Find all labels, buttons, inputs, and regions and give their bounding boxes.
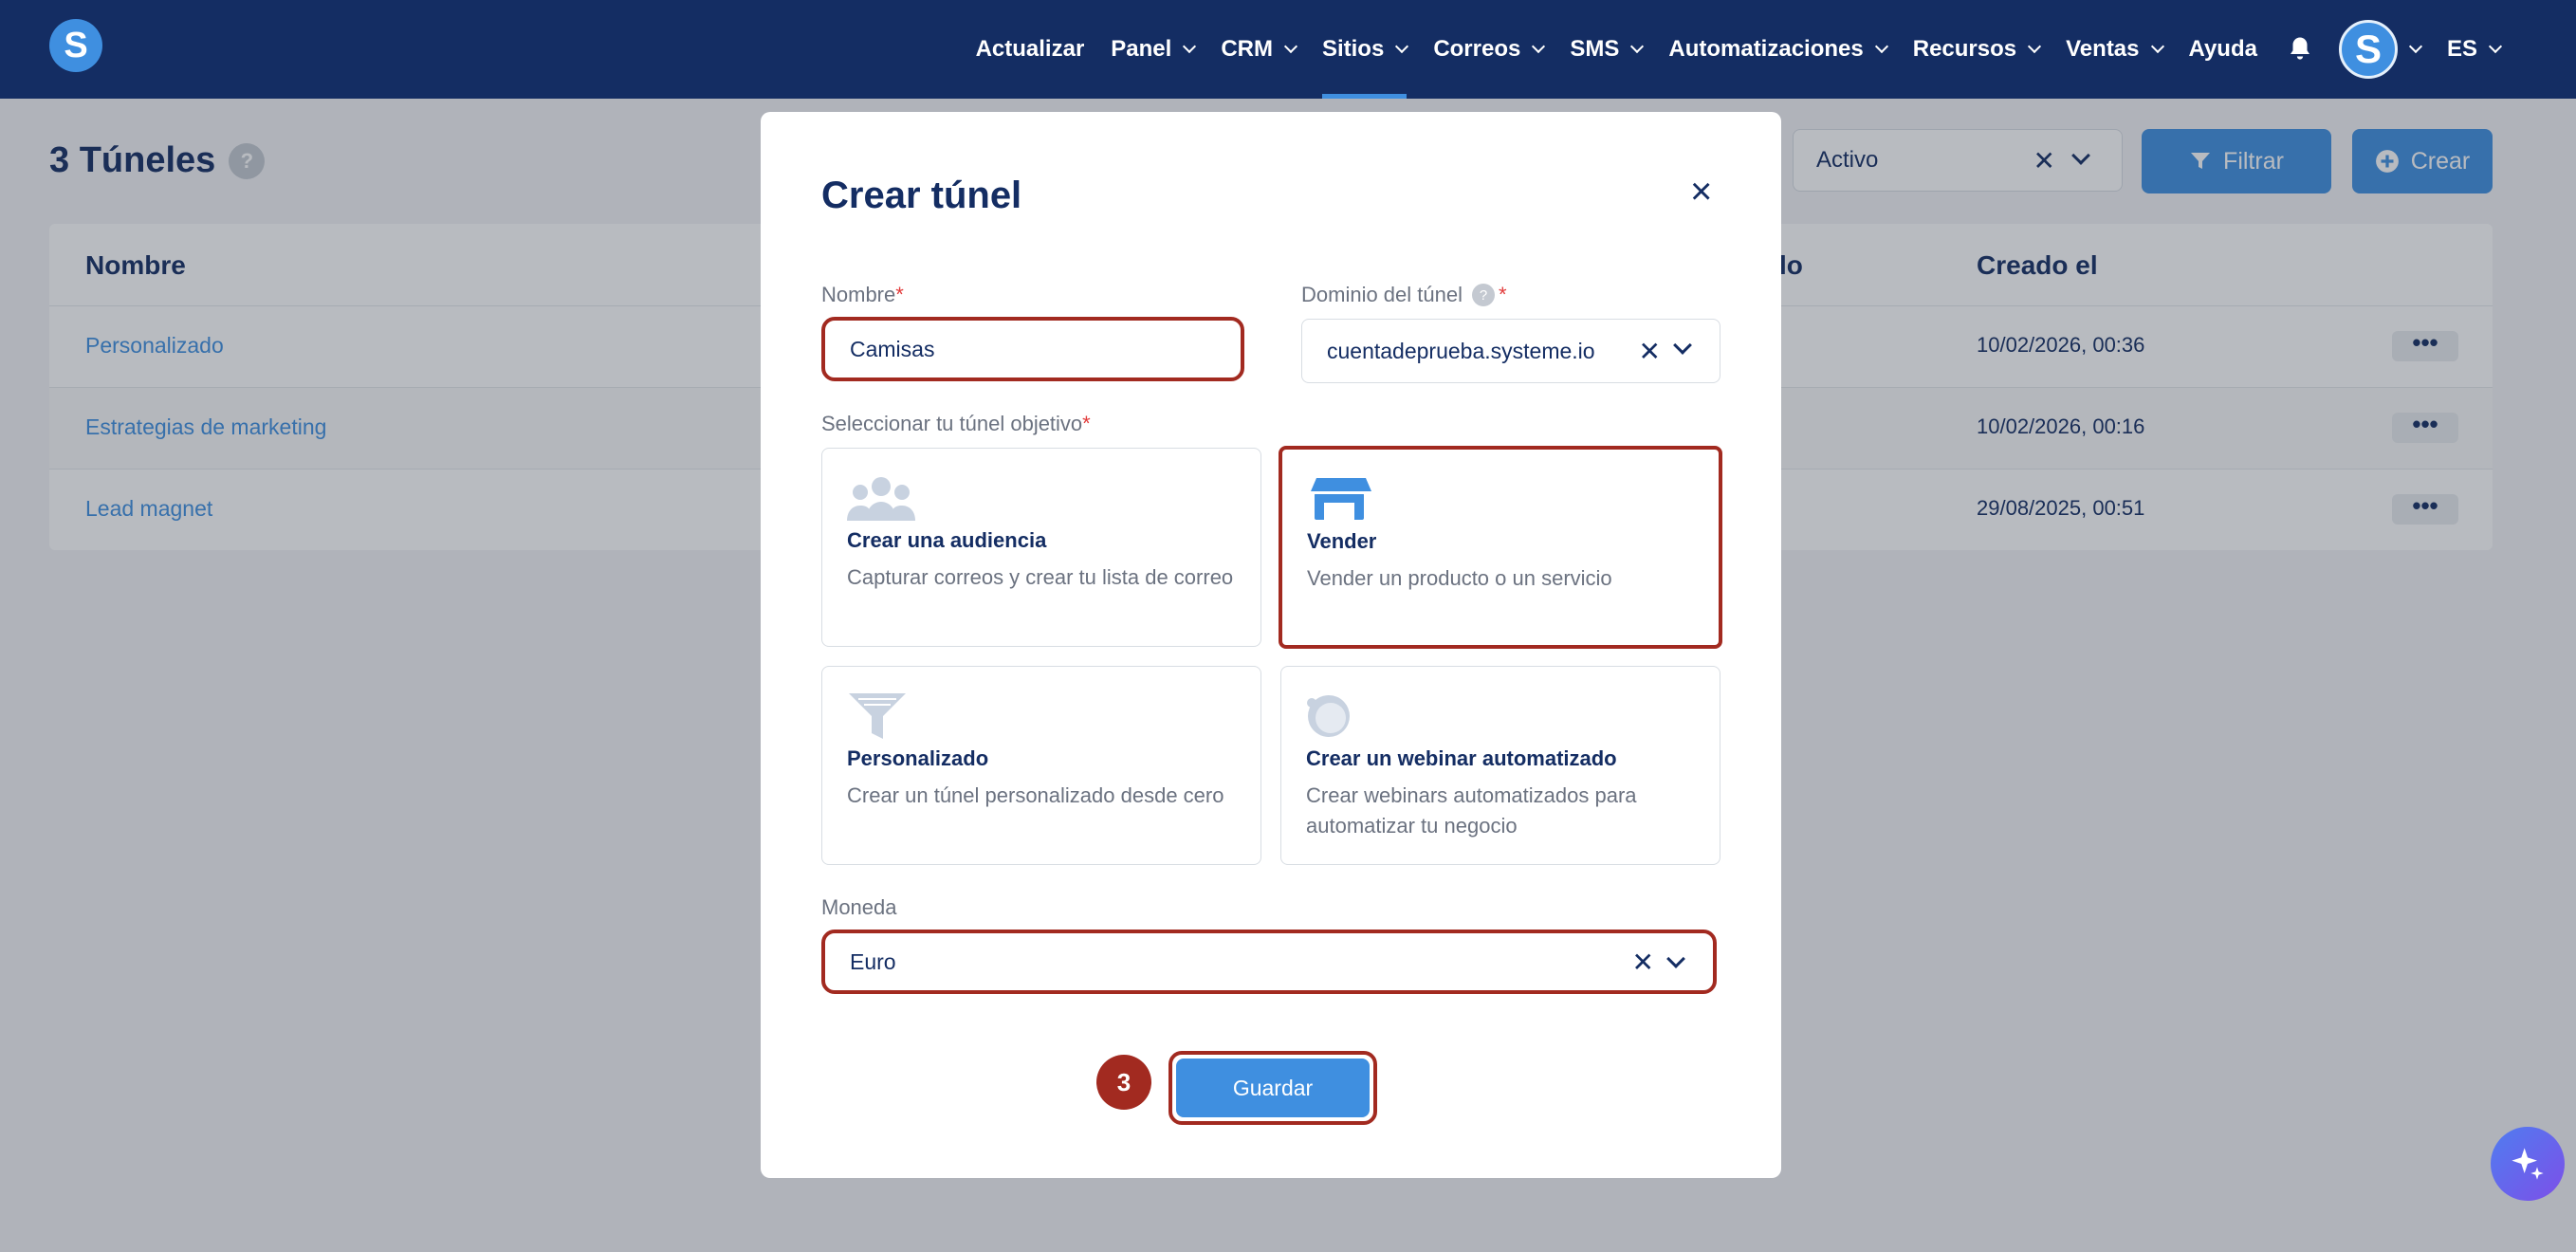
card-title: Crear un webinar automatizado	[1306, 746, 1617, 770]
language-label: ES	[2446, 36, 2477, 62]
name-label: Nombre*	[821, 283, 904, 307]
bell-icon[interactable]	[2286, 35, 2314, 64]
goal-card-audience[interactable]: Crear una audiencia Capturar correos y c…	[821, 448, 1261, 647]
card-description: Vender un producto o un servicio	[1307, 566, 1612, 590]
nav-label: Actualizar	[975, 36, 1085, 62]
goal-label: Seleccionar tu túnel objetivo*	[821, 412, 1091, 436]
sparkle-icon	[2512, 1148, 2544, 1180]
nav-item-automatizaciones[interactable]: Automatizaciones	[1668, 0, 1888, 99]
nav-label: Automatizaciones	[1668, 36, 1864, 62]
nav-item-correos[interactable]: Correos	[1433, 0, 1546, 99]
modal-title: Crear túnel	[821, 175, 1022, 216]
required-mark: *	[895, 283, 904, 306]
card-description: Crear webinars automatizados para automa…	[1306, 783, 1637, 838]
card-title: Crear una audiencia	[847, 528, 1047, 552]
nav-item-ventas[interactable]: Ventas	[2066, 0, 2164, 99]
save-button[interactable]: Guardar	[1168, 1051, 1377, 1125]
name-label-text: Nombre	[821, 283, 896, 306]
required-mark: *	[1498, 283, 1507, 306]
chevron-down-icon[interactable]	[1673, 336, 1692, 355]
nav-item-sms[interactable]: SMS	[1570, 0, 1645, 99]
card-title: Vender	[1307, 529, 1377, 553]
close-icon[interactable]: ×	[1690, 171, 1712, 213]
currency-label: Moneda	[821, 895, 897, 919]
storefront-icon	[1311, 478, 1371, 520]
chevron-down-icon	[1283, 39, 1298, 54]
chevron-down-icon[interactable]	[1666, 949, 1685, 968]
language-select[interactable]: ES	[2446, 0, 2503, 99]
required-mark: *	[1082, 412, 1091, 435]
name-value: Camisas	[850, 336, 935, 361]
goal-card-sell[interactable]: Vender Vender un producto o un servicio	[1279, 446, 1722, 649]
chevron-down-icon	[1395, 39, 1409, 54]
name-input[interactable]: Camisas	[821, 317, 1244, 381]
chevron-down-icon	[2408, 39, 2423, 54]
help-icon[interactable]: ?	[1471, 284, 1495, 306]
nav-label: Ayuda	[2188, 36, 2257, 62]
chevron-down-icon	[2488, 39, 2503, 54]
chevron-down-icon	[1183, 39, 1197, 54]
goal-label-text: Seleccionar tu túnel objetivo	[821, 412, 1083, 435]
funnel-icon	[849, 693, 906, 739]
currency-value: Euro	[850, 948, 896, 974]
avatar-menu[interactable]	[2408, 0, 2423, 99]
nav-label: Correos	[1433, 36, 1521, 62]
nav-label: SMS	[1570, 36, 1620, 62]
card-title: Personalizado	[847, 746, 989, 770]
ai-assistant-button[interactable]	[2491, 1127, 2565, 1201]
nav-label: Panel	[1111, 36, 1172, 62]
currency-select[interactable]: Euro ✕	[821, 930, 1717, 994]
domain-select[interactable]: cuentadeprueba.systeme.io ✕	[1301, 319, 1720, 383]
domain-label: Dominio del túnel? *	[1301, 283, 1507, 307]
domain-value: cuentadeprueba.systeme.io	[1327, 338, 1595, 363]
chevron-down-icon	[2028, 39, 2042, 54]
clear-icon[interactable]: ✕	[1639, 336, 1661, 367]
nav-item-ayuda[interactable]: Ayuda	[2189, 0, 2257, 99]
nav-label: CRM	[1221, 36, 1273, 62]
goal-card-custom[interactable]: Personalizado Crear un túnel personaliza…	[821, 666, 1261, 865]
chevron-down-icon	[1532, 39, 1546, 54]
chevron-down-icon	[1874, 39, 1888, 54]
step-marker: 3	[1096, 1055, 1151, 1110]
chevron-down-icon	[2150, 39, 2164, 54]
card-description: Capturar correos y crear tu lista de cor…	[847, 565, 1234, 589]
avatar[interactable]: S	[2338, 20, 2398, 79]
people-icon	[847, 477, 915, 521]
nav-item-panel[interactable]: Panel	[1111, 0, 1197, 99]
domain-label-text: Dominio del túnel	[1301, 283, 1463, 306]
nav-item-actualizar[interactable]: Actualizar	[976, 0, 1085, 99]
clear-icon[interactable]: ✕	[1632, 947, 1654, 978]
nav-item-recursos[interactable]: Recursos	[1912, 0, 2042, 99]
create-funnel-modal: Crear túnel × Nombre* Camisas Dominio de…	[761, 112, 1781, 1178]
webinar-icon	[1307, 695, 1350, 737]
nav-label: Sitios	[1321, 36, 1385, 62]
nav-item-sitios[interactable]: Sitios	[1321, 0, 1409, 99]
systeme-logo[interactable]: S	[49, 19, 102, 72]
card-description: Crear un túnel personalizado desde cero	[847, 783, 1224, 807]
main-menu: Actualizar Panel CRM Sitios Correos SMS …	[949, 0, 2503, 99]
save-label: Guardar	[1176, 1059, 1370, 1117]
nav-label: Recursos	[1912, 36, 2017, 62]
goal-card-webinar[interactable]: Crear un webinar automatizado Crear webi…	[1280, 666, 1720, 865]
chevron-down-icon	[1630, 39, 1645, 54]
top-nav: S Actualizar Panel CRM Sitios Correos SM…	[0, 0, 2576, 99]
nav-label: Ventas	[2066, 36, 2140, 62]
nav-item-crm[interactable]: CRM	[1221, 0, 1298, 99]
